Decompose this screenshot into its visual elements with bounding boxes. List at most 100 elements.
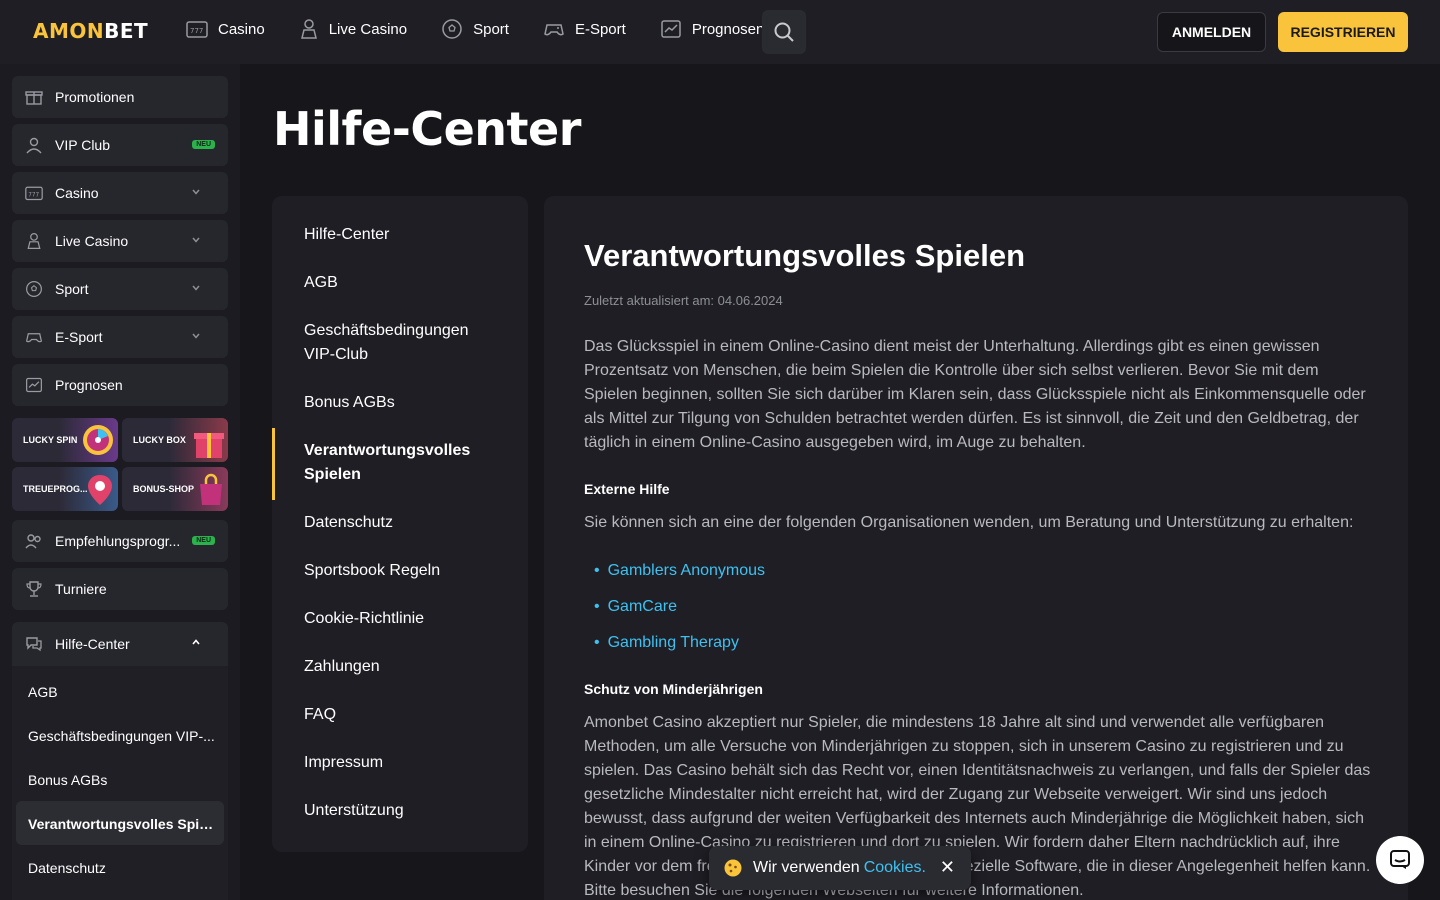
promo-lucky-box[interactable]: LUCKY BOX: [122, 418, 228, 462]
gift-icon: [25, 91, 43, 105]
sidebar-item-label: Sport: [55, 281, 89, 297]
sidebar: Promotionen VIP Club NEU 777 Casino Live…: [0, 64, 240, 900]
article-title: Verantwortungsvolles Spielen: [584, 238, 1026, 273]
heading-minors: Schutz von Minderjährigen: [584, 681, 763, 697]
nav-casino-label: Casino: [218, 20, 265, 38]
sidebar-item-turniere[interactable]: Turniere: [12, 568, 228, 610]
trend-chart-icon: [26, 377, 42, 393]
submenu-item-agb[interactable]: AGB: [28, 684, 218, 700]
sidebar-item-promotionen[interactable]: Promotionen: [12, 76, 228, 118]
nav-prognosen[interactable]: Prognosen: [660, 19, 765, 39]
sidebar-item-label: VIP Club: [55, 137, 110, 153]
toc-item-cookie-policy[interactable]: Cookie-Richtlinie: [304, 607, 504, 631]
map-pin-icon: [88, 475, 112, 505]
article-panel: Verantwortungsvolles Spielen Zuletzt akt…: [544, 196, 1408, 900]
heading-external-help: Externe Hilfe: [584, 481, 670, 497]
link-gambling-therapy[interactable]: • Gambling Therapy: [594, 634, 739, 652]
nav-prognosen-label: Prognosen: [691, 20, 765, 38]
link-gamcare[interactable]: • GamCare: [594, 598, 677, 616]
link-label: Gambling Therapy: [607, 634, 739, 651]
nav-esport-label: E-Sport: [574, 20, 626, 38]
toc-item-support[interactable]: Unterstützung: [304, 799, 504, 823]
chevron-down-icon: [192, 285, 200, 291]
chat-icon: [1390, 850, 1410, 869]
chevron-down-icon: [192, 237, 200, 243]
slot-machine-icon: 777: [186, 21, 208, 38]
promo-bonus-shop[interactable]: BONUS-SHOP: [122, 467, 228, 511]
bullet: •: [594, 598, 600, 615]
gamepad-icon: [25, 333, 43, 343]
chat-button[interactable]: [1376, 836, 1424, 884]
toc-item-bonus-agbs[interactable]: Bonus AGBs: [304, 391, 504, 415]
search-icon: [774, 22, 794, 42]
login-button[interactable]: ANMELDEN: [1157, 12, 1266, 52]
submenu-item-responsible-gaming[interactable]: Verantwortungsvolles Spiel...: [28, 816, 218, 832]
chevron-up-icon: [192, 639, 200, 645]
promo-label: TREUEPROG...: [23, 484, 88, 494]
cookie-banner: Wir verwenden Cookies. ✕: [709, 846, 971, 890]
sidebar-item-esport[interactable]: E-Sport: [12, 316, 228, 358]
bullet: •: [594, 634, 600, 651]
top-header: AMONBET 777 Casino Live Casino Sport E-S…: [0, 0, 1440, 64]
link-gamblers-anonymous[interactable]: • Gamblers Anonymous: [594, 562, 765, 580]
toc-item-impressum[interactable]: Impressum: [304, 751, 504, 775]
toc-item-faq[interactable]: FAQ: [304, 703, 504, 727]
promo-lucky-spin[interactable]: LUCKY SPIN: [12, 418, 118, 462]
football-icon: [442, 19, 462, 39]
sidebar-item-casino[interactable]: 777 Casino: [12, 172, 228, 214]
promo-treueprogramm[interactable]: TREUEPROG...: [12, 467, 118, 511]
search-button[interactable]: [762, 10, 806, 54]
toc-item-vip-terms[interactable]: Geschäftsbedingungen VIP-Club: [304, 319, 484, 367]
toc-item-hilfe-center[interactable]: Hilfe-Center: [304, 223, 504, 247]
nav-casino[interactable]: 777 Casino: [186, 19, 265, 39]
toc-item-responsible-gaming[interactable]: Verantwortungsvolles Spielen: [304, 439, 484, 487]
logo-part-bet: BET: [104, 19, 149, 43]
article-intro: Das Glücksspiel in einem Online-Casino d…: [584, 338, 1366, 451]
nav-esport[interactable]: E-Sport: [543, 19, 626, 39]
submenu-item-vip-terms[interactable]: Geschäftsbedingungen VIP-...: [28, 728, 218, 744]
trend-chart-icon: [661, 20, 681, 38]
users-icon: [25, 534, 41, 549]
toc-item-zahlungen[interactable]: Zahlungen: [304, 655, 504, 679]
gamepad-icon: [544, 24, 564, 36]
sidebar-item-label: Casino: [55, 185, 99, 201]
sidebar-item-label: Empfehlungsprogr...: [55, 533, 181, 549]
sidebar-item-prognosen[interactable]: Prognosen: [12, 364, 228, 406]
sidebar-item-vip-club[interactable]: VIP Club NEU: [12, 124, 228, 166]
promo-label: LUCKY SPIN: [23, 435, 78, 445]
nav-live-casino-label: Live Casino: [328, 20, 408, 38]
wheel-icon: [83, 425, 113, 455]
trophy-icon: [26, 581, 42, 597]
last-updated: Zuletzt aktualisiert am: 04.06.2024: [584, 293, 783, 308]
toc-item-sportsbook-rules[interactable]: Sportsbook Regeln: [304, 559, 504, 583]
dealer-icon: [27, 233, 41, 249]
register-button[interactable]: REGISTRIEREN: [1278, 12, 1408, 52]
brand-logo[interactable]: AMONBET: [33, 19, 148, 43]
sidebar-item-label: Hilfe-Center: [55, 636, 130, 652]
link-label: Gamblers Anonymous: [607, 562, 766, 579]
sidebar-item-hilfe-center[interactable]: Hilfe-Center: [12, 622, 228, 666]
toc-item-datenschutz[interactable]: Datenschutz: [304, 511, 504, 535]
chevron-down-icon: [192, 333, 200, 339]
toc-item-agb[interactable]: AGB: [304, 271, 504, 295]
new-badge: NEU: [192, 140, 215, 149]
submenu-item-bonus-agbs[interactable]: Bonus AGBs: [28, 772, 218, 788]
toc-active-indicator: [272, 428, 275, 500]
submenu-item-datenschutz[interactable]: Datenschutz: [28, 860, 218, 876]
sidebar-item-sport[interactable]: Sport: [12, 268, 228, 310]
user-icon: [26, 137, 42, 154]
nav-sport-label: Sport: [473, 20, 509, 38]
cookie-link[interactable]: Cookies.: [864, 859, 926, 877]
nav-sport[interactable]: Sport: [441, 18, 509, 40]
help-topics-nav: Hilfe-Center AGB Geschäftsbedingungen VI…: [272, 196, 528, 852]
nav-live-casino[interactable]: Live Casino: [299, 18, 407, 40]
bullet: •: [594, 562, 600, 579]
promo-label: LUCKY BOX: [133, 435, 186, 445]
cookie-icon: [724, 859, 742, 877]
sidebar-item-label: Turniere: [55, 581, 107, 597]
sidebar-item-live-casino[interactable]: Live Casino: [12, 220, 228, 262]
new-badge: NEU: [192, 536, 215, 545]
page-title: Hilfe-Center: [273, 102, 581, 156]
sidebar-item-referral[interactable]: Empfehlungsprogr... NEU: [12, 520, 228, 562]
close-icon[interactable]: ✕: [940, 857, 955, 878]
